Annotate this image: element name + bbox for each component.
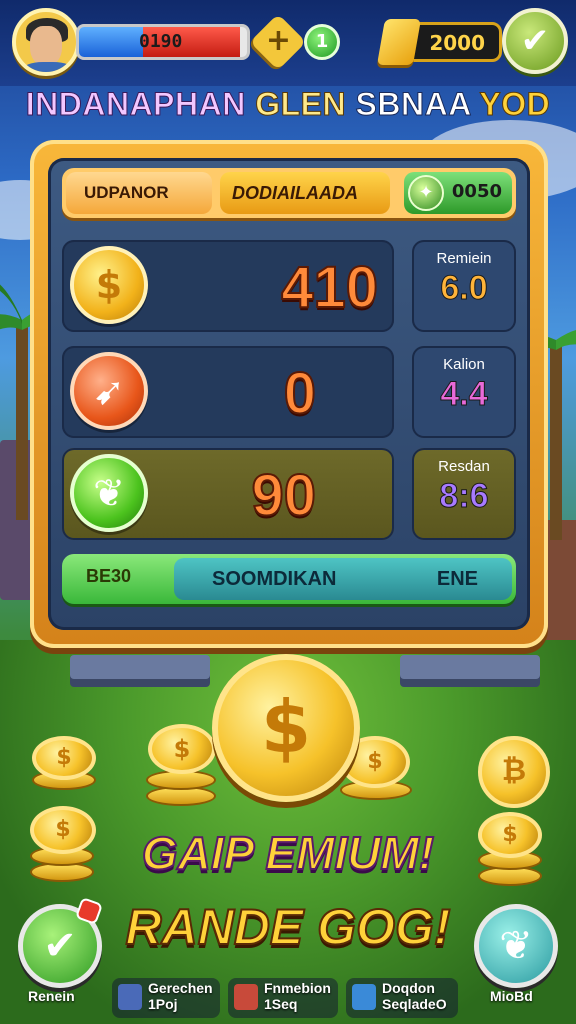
checkmark-icon: ✔ [520, 21, 550, 61]
reward-row-2[interactable]: ➹ 0 [62, 346, 394, 438]
coin-counter[interactable]: 2000 [376, 19, 502, 65]
health-bar: 0190 [76, 24, 250, 60]
panel-tab-bar: UDPANOR DODIAILAADA ✦ 0050 [62, 168, 516, 218]
health-bar-blue-fill [79, 27, 143, 57]
bench-left [70, 655, 210, 679]
reward-side-3-label: Resdan [438, 458, 490, 475]
headline-word-2: GLEN [255, 86, 347, 123]
nav-fnmebion-button[interactable]: Fnmebion 1Seq [228, 978, 338, 1018]
headline-word-4: YOD [479, 86, 551, 123]
tab-green-currency[interactable]: ✦ 0050 [404, 172, 512, 214]
level-badge: 1 [304, 24, 340, 60]
nav-fnmebion-sublabel: 1Seq [264, 996, 298, 1012]
reward-row-3-value: 90 [250, 462, 317, 529]
tab-udpanor[interactable]: UDPANOR [66, 172, 212, 214]
dollar-coin-icon: $ [148, 724, 216, 774]
nav-renein-label: Renein [28, 988, 75, 1004]
nav-gerechen-sublabel: 1Poj [148, 996, 178, 1012]
footer-action-label: SOOMDIKAN [212, 568, 337, 590]
mail-icon [352, 984, 376, 1010]
green-currency-value: 0050 [451, 181, 502, 202]
reward-side-1-value: 6.0 [440, 269, 488, 308]
nav-doqdon-sublabel: SeqladeO [382, 996, 447, 1012]
calendar-icon [118, 984, 142, 1010]
reward-side-1-label: Remiein [436, 250, 492, 267]
headline-word-3: SBNAA [355, 86, 471, 123]
reward-side-3: Resdan 8:6 [412, 448, 516, 540]
tab-dodiailaada[interactable]: DODIAILAADA [220, 172, 390, 214]
headline: INDANAPHAN GLEN SBNAA YOD [0, 86, 576, 123]
health-value: 0190 [139, 31, 183, 52]
footer-action-button[interactable]: SOOMDIKAN ENE [174, 558, 512, 600]
bench-right [400, 655, 540, 679]
reward-side-3-value: 8:6 [439, 477, 489, 516]
checkmark-icon: ✔ [43, 923, 77, 969]
dollar-coin-icon: $ [70, 246, 148, 324]
reward-side-2: Kalion 4.4 [412, 346, 516, 438]
big-dollar-coin-icon: $ [212, 654, 360, 802]
reward-row-3[interactable]: ❦ 90 [62, 448, 394, 540]
nav-miobd-label: MioBd [490, 988, 533, 1004]
avatar-face [30, 26, 62, 66]
leaf-coin-icon: ❦ [70, 454, 148, 532]
leaf-icon: ❦ [499, 923, 533, 969]
nav-doqdon-button[interactable]: Doqdon SeqladeO [346, 978, 458, 1018]
reward-side-2-label: Kalion [443, 356, 485, 373]
nav-miobd-button[interactable]: ❦ [474, 904, 558, 988]
flame-coin-icon: ➹ [70, 352, 148, 430]
footer-action-right-label: ENE [436, 568, 478, 590]
gift-icon [234, 984, 258, 1010]
player-avatar[interactable] [12, 8, 80, 76]
panel-footer-bar[interactable]: BE30 SOOMDIKAN ENE [62, 554, 516, 604]
green-coin-icon: ✦ [408, 175, 444, 211]
plus-icon: + [266, 23, 292, 59]
headline-word-1: INDANAPHAN [25, 86, 246, 123]
nav-gerechen-button[interactable]: Gerechen 1Poj [112, 978, 220, 1018]
reward-row-1-value: 410 [280, 254, 379, 321]
reward-side-1: Remiein 6.0 [412, 240, 516, 332]
dollar-coin-icon: ₿ [478, 736, 550, 808]
reward-row-1[interactable]: $ 410 [62, 240, 394, 332]
rewards-panel: UDPANOR DODIAILAADA ✦ 0050 $ 410 Remiein… [30, 140, 548, 648]
dollar-coin-icon: $ [32, 736, 96, 780]
gold-bar-icon [376, 19, 422, 65]
reward-row-2-value: 0 [283, 360, 317, 427]
promo-line-1: GAIP EMIUM! [141, 826, 435, 880]
rewards-panel-inner: UDPANOR DODIAILAADA ✦ 0050 $ 410 Remiein… [48, 158, 530, 630]
coins-value: 2000 [429, 31, 485, 55]
confirm-button[interactable]: ✔ [502, 8, 568, 74]
footer-left-label: BE30 [86, 566, 132, 586]
reward-side-2-value: 4.4 [440, 375, 488, 414]
